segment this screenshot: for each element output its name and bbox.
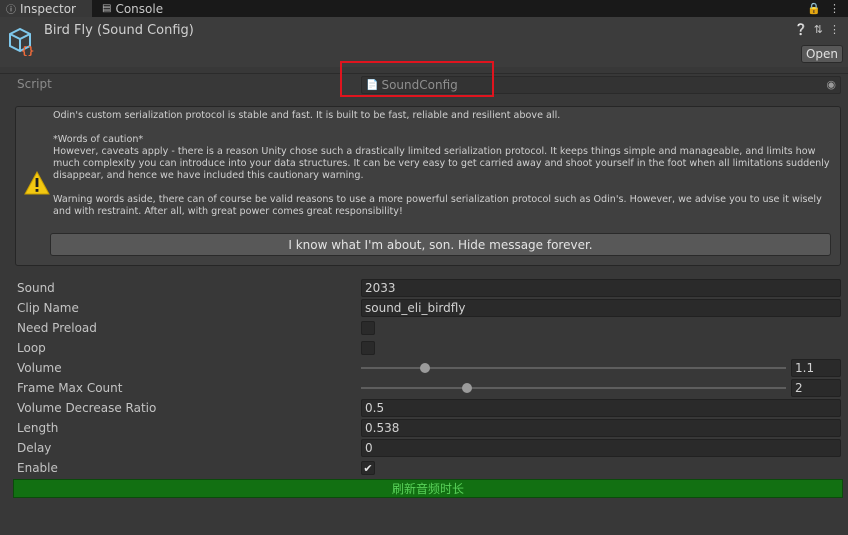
hide-message-button[interactable]: I know what I'm about, son. Hide message… [50, 233, 831, 256]
volume-row: Volume 1.1 [0, 358, 848, 378]
scriptable-object-icon: {} [9, 27, 34, 57]
volume-decrease-ratio-input[interactable]: 0.5 [361, 399, 841, 417]
length-input[interactable]: 0.538 [361, 419, 841, 437]
tab-controls: 🔒 ⋮ [807, 0, 840, 17]
refresh-audio-length-button[interactable]: 刷新音频时长 [13, 479, 843, 498]
length-label: Length [17, 421, 59, 435]
lock-icon[interactable]: 🔒 [807, 2, 821, 15]
tab-inspector[interactable]: ⓘ Inspector [0, 0, 92, 17]
warning-text: Odin's custom serialization protocol is … [53, 110, 830, 217]
inspector-header: {} Bird Fly (Sound Config) ❔ ⇅ ⋮ Open [0, 17, 848, 67]
object-picker-icon[interactable]: ◉ [826, 78, 836, 91]
delay-input[interactable]: 0 [361, 439, 841, 457]
enable-label: Enable [17, 461, 58, 475]
clip-name-input[interactable]: sound_eli_birdfly [361, 299, 841, 317]
warning-icon [24, 171, 50, 195]
volume-slider-handle[interactable] [419, 363, 430, 373]
frame-max-count-slider-track[interactable] [361, 387, 786, 389]
sound-label: Sound [17, 281, 55, 295]
loop-row: Loop [0, 338, 848, 358]
delay-label: Delay [17, 441, 52, 455]
volume-input[interactable]: 1.1 [791, 359, 841, 377]
length-row: Length 0.538 [0, 418, 848, 438]
frame-max-count-label: Frame Max Count [17, 381, 123, 395]
clip-name-label: Clip Name [17, 301, 79, 315]
svg-text:{}: {} [21, 44, 34, 57]
loop-label: Loop [17, 341, 46, 355]
console-icon: ▤ [102, 3, 112, 14]
presets-icon[interactable]: ⇅ [814, 23, 823, 36]
volume-decrease-ratio-row: Volume Decrease Ratio 0.5 [0, 398, 848, 418]
info-icon: ⓘ [6, 5, 16, 16]
loop-checkbox[interactable] [361, 341, 375, 355]
script-label: Script [17, 77, 52, 91]
sound-input[interactable]: 2033 [361, 279, 841, 297]
tab-console-label: Console [115, 1, 164, 16]
more-menu-icon[interactable]: ⋮ [829, 2, 840, 15]
tab-console[interactable]: ▤ Console [96, 0, 176, 17]
tab-inspector-label: Inspector [20, 1, 76, 16]
delay-row: Delay 0 [0, 438, 848, 458]
serialization-warning-box: Odin's custom serialization protocol is … [15, 106, 841, 266]
need-preload-checkbox[interactable] [361, 321, 375, 335]
frame-max-count-row: Frame Max Count 2 [0, 378, 848, 398]
highlight-box [340, 61, 494, 97]
open-button[interactable]: Open [801, 45, 843, 63]
volume-label: Volume [17, 361, 62, 375]
volume-decrease-ratio-label: Volume Decrease Ratio [17, 401, 157, 415]
frame-max-count-slider-handle[interactable] [462, 383, 473, 393]
clip-name-row: Clip Name sound_eli_birdfly [0, 298, 848, 318]
kebab-menu-icon[interactable]: ⋮ [829, 23, 840, 36]
sound-row: Sound 2033 [0, 278, 848, 298]
need-preload-label: Need Preload [17, 321, 97, 335]
need-preload-row: Need Preload [0, 318, 848, 338]
enable-checkbox[interactable]: ✔ [361, 461, 375, 475]
tab-bar: ⓘ Inspector ▤ Console 🔒 ⋮ [0, 0, 848, 17]
help-icon[interactable]: ❔ [794, 23, 808, 36]
enable-row: Enable ✔ [0, 458, 848, 478]
frame-max-count-input[interactable]: 2 [791, 379, 841, 397]
object-title: Bird Fly (Sound Config) [44, 23, 194, 38]
header-icons: ❔ ⇅ ⋮ [794, 23, 840, 36]
